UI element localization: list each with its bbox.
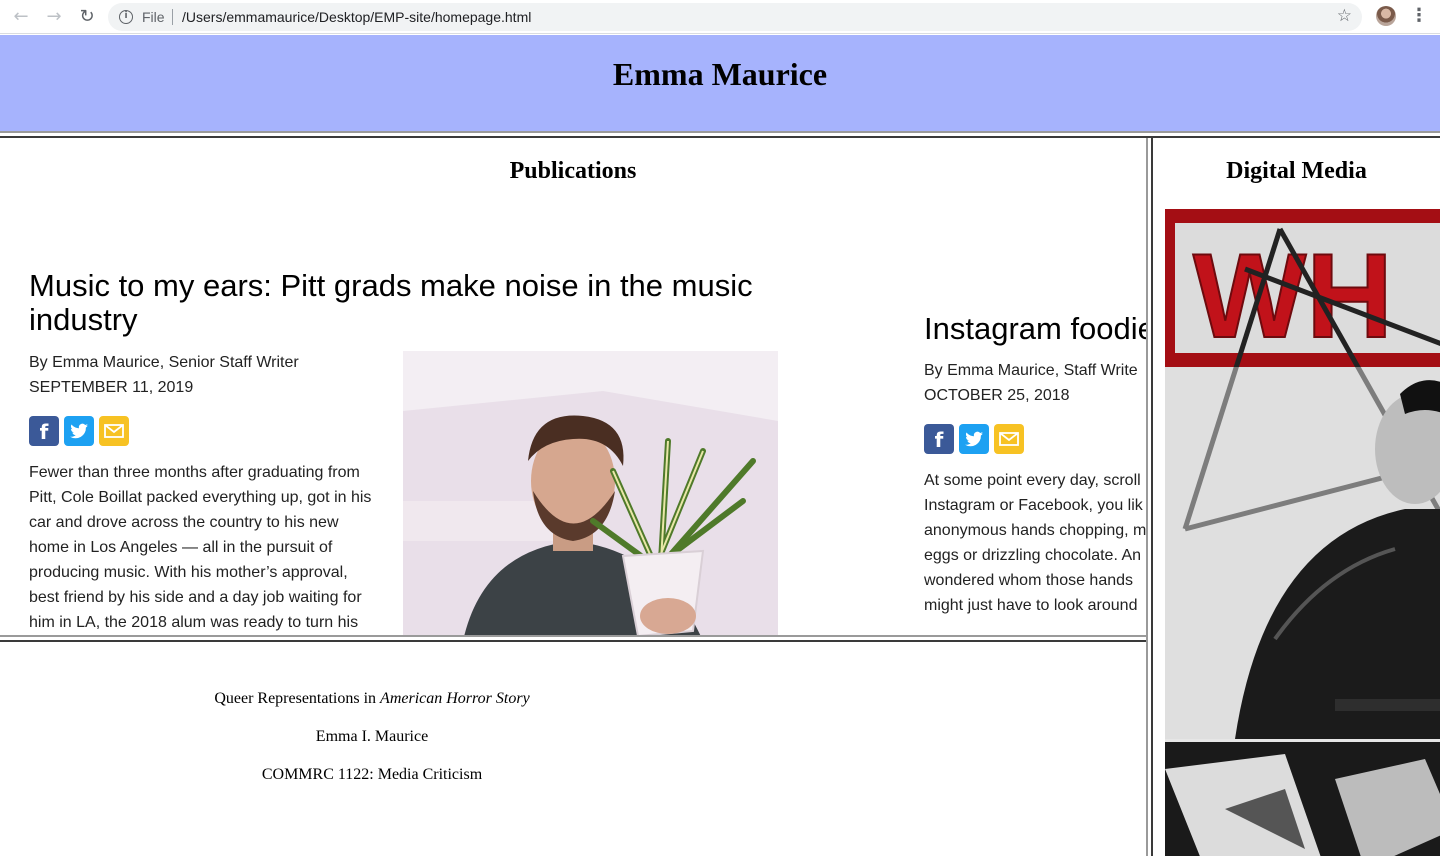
scheme-separator [172, 9, 173, 25]
article-body-line: home in Los Angeles — all in the pursuit… [29, 539, 333, 556]
facebook-icon[interactable]: f [29, 416, 59, 446]
frame-border-middle [0, 635, 1146, 642]
article-body-line: might just have to look around [924, 597, 1138, 614]
url-scheme: File [142, 9, 165, 25]
paper-title-prefix: Queer Representations in [214, 690, 381, 707]
paper-title: Queer Representations in American Horror… [0, 690, 744, 708]
reload-icon[interactable]: ↻ [76, 6, 98, 28]
article-body-line: wondered whom those hands [924, 572, 1134, 589]
paper-course: COMMRC 1122: Media Criticism [261, 766, 483, 783]
article-body-line: anonymous hands chopping, m [924, 522, 1146, 539]
digital-media-frame[interactable]: Digital Media WH [1153, 138, 1440, 856]
paper-author: Emma I. Maurice [315, 728, 429, 745]
article-body: Fewer than three months after graduating… [29, 460, 399, 635]
article-body-line: Instagram or Facebook, you lik [924, 497, 1143, 514]
article-date: SEPTEMBER 11, 2019 [29, 379, 194, 396]
site-header: Emma Maurice [0, 35, 1440, 131]
facebook-icon[interactable]: f [924, 424, 954, 454]
article-body-line: Pitt, Cole Boillat packed everything up,… [29, 489, 372, 506]
publications-frame[interactable]: Publications Music to my ears: Pitt grad… [0, 138, 1146, 635]
article-title[interactable]: Instagram foodie [924, 312, 1146, 346]
menu-icon[interactable]: ⋮ [1410, 5, 1428, 27]
article-body-line: him in LA, the 2018 alum was ready to tu… [29, 614, 359, 631]
article-date: OCTOBER 25, 2018 [924, 387, 1070, 404]
article-body-line: producing music. With his mother’s appro… [29, 564, 348, 581]
twitter-icon[interactable] [959, 424, 989, 454]
frame-border-vertical [1146, 138, 1153, 856]
profile-avatar[interactable] [1376, 6, 1396, 26]
back-icon[interactable]: ← [10, 6, 32, 28]
article-body-line: car and drove across the country to his … [29, 514, 339, 531]
site-title: Emma Maurice [612, 56, 828, 92]
article-body-line: At some point every day, scroll [924, 472, 1141, 489]
article-body-line: eggs or drizzling chocolate. An [924, 547, 1142, 564]
twitter-icon[interactable] [64, 416, 94, 446]
email-icon[interactable] [99, 416, 129, 446]
email-icon[interactable] [994, 424, 1024, 454]
browser-toolbar: ← → ↻ i File /Users/emmamaurice/Desktop/… [0, 0, 1440, 34]
address-bar[interactable]: i File /Users/emmamaurice/Desktop/EMP-si… [108, 3, 1362, 31]
article-body-line: best friend by his side and a day job wa… [29, 589, 362, 606]
paper-frame[interactable]: Queer Representations in American Horror… [0, 642, 1146, 856]
url-text[interactable]: /Users/emmamaurice/Desktop/EMP-site/home… [182, 9, 531, 25]
article-byline: By Emma Maurice, Staff Write [924, 362, 1138, 379]
article-byline: By Emma Maurice, Senior Staff Writer [29, 354, 299, 371]
digital-media-heading: Digital Media [1226, 158, 1367, 184]
paper-title-italic: American Horror Story [380, 690, 530, 707]
article-title[interactable]: Music to my ears: Pitt grads make noise … [29, 269, 769, 337]
article-body-line: Fewer than three months after graduating… [29, 464, 360, 481]
publications-heading: Publications [509, 158, 637, 184]
forward-icon[interactable]: → [43, 6, 65, 28]
star-icon[interactable]: ☆ [1337, 6, 1352, 26]
frame-border-top [0, 131, 1440, 138]
article-body: At some point every day, scroll Instagra… [924, 468, 1146, 618]
article-photo [403, 351, 778, 635]
info-icon[interactable]: i [119, 10, 133, 24]
digital-media-poster[interactable]: WH [1165, 209, 1440, 856]
